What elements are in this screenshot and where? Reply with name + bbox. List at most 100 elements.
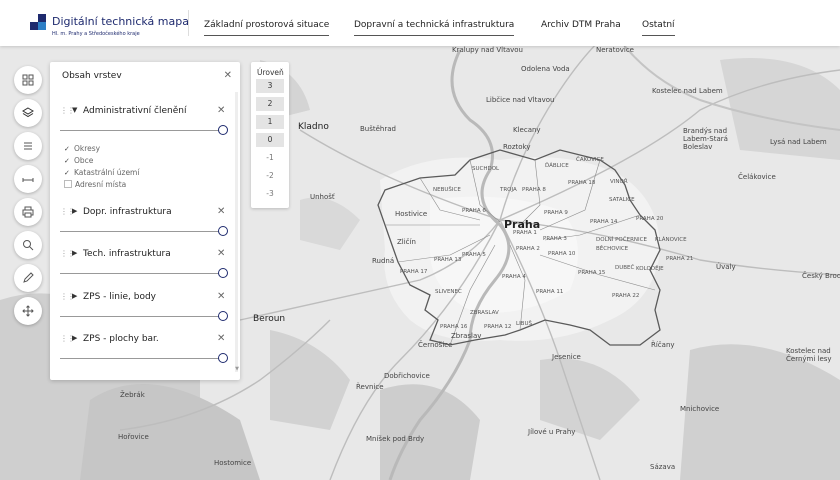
scroll-down-icon[interactable]: ▼ — [235, 366, 239, 372]
map-label-district: PRAHA 13 — [434, 257, 462, 263]
caret-down-icon[interactable]: ▼ — [72, 106, 77, 114]
layer-name: Dopr. infrastruktura — [83, 207, 172, 217]
caret-right-icon[interactable]: ▶ — [72, 334, 77, 342]
map-label-district: SLIVENEC — [435, 289, 462, 295]
move-icon[interactable] — [14, 297, 42, 325]
map-label-district: PRAHA 16 — [440, 324, 468, 330]
map-label-district: PRAHA 3 — [543, 236, 567, 242]
map-label-town: Libčice nad Vltavou — [486, 96, 555, 104]
tab-zakladni-prostorova-situace[interactable]: Základní prostorová situace — [204, 20, 330, 36]
map-label-district: PRAHA 11 — [536, 289, 564, 295]
map-label-district: PRAHA 9 — [544, 210, 568, 216]
level-button-minus-1[interactable]: -1 — [256, 151, 284, 165]
level-button-3[interactable]: 3 — [256, 79, 284, 93]
map-label-town: Lysá nad Labem — [770, 138, 827, 146]
map-label-district: TROJA — [500, 187, 517, 193]
sublayer-adresni-mista[interactable]: Adresní místa — [64, 180, 126, 189]
level-button-2[interactable]: 2 — [256, 97, 284, 111]
close-icon[interactable]: ✕ — [224, 70, 232, 81]
tab-ostatni[interactable]: Ostatní — [642, 20, 675, 36]
slider-knob[interactable] — [218, 311, 228, 321]
map-label-district: LIBUŠ — [516, 321, 532, 327]
search-location-icon[interactable] — [14, 231, 42, 259]
level-button-0[interactable]: 0 — [256, 133, 284, 147]
map-label-town: Buštěhrad — [360, 125, 396, 133]
panel-scrollbar[interactable] — [235, 92, 238, 372]
map-label-district: PRAHA 12 — [484, 324, 512, 330]
map-label-town: Kostelec nad Labem — [652, 87, 723, 95]
map-label-district: PRAHA 2 — [516, 246, 540, 252]
map-label-town: Kladno — [298, 122, 329, 132]
slider-knob[interactable] — [218, 125, 228, 135]
map-label-town: Žebrák — [120, 391, 145, 399]
map-label-town: Klecany — [513, 126, 541, 134]
tab-dopravni-a-technicka-infrastruktura[interactable]: Dopravní a technická infrastruktura — [354, 20, 515, 36]
map-label-town: Český Brod — [802, 272, 840, 280]
remove-layer-icon[interactable]: ✕ — [217, 206, 225, 217]
layers-icon[interactable] — [14, 99, 42, 127]
map-label-district: PRAHA 18 — [568, 180, 596, 186]
remove-layer-icon[interactable]: ✕ — [217, 105, 225, 116]
print-icon[interactable] — [14, 198, 42, 226]
remove-layer-icon[interactable]: ✕ — [217, 248, 225, 259]
opacity-slider[interactable] — [60, 130, 222, 131]
map-label-town: Roztoky — [503, 143, 531, 151]
grid-icon[interactable] — [14, 66, 42, 94]
caret-right-icon[interactable]: ▶ — [72, 207, 77, 215]
list-icon[interactable] — [14, 132, 42, 160]
slider-knob[interactable] — [218, 268, 228, 278]
sublayer-obce[interactable]: ✓ Obce — [64, 156, 93, 165]
caret-right-icon[interactable]: ▶ — [72, 292, 77, 300]
map-label-town: Mníšek pod Brdy — [366, 435, 425, 443]
map-label-town: Jesenice — [552, 353, 581, 361]
panel-title: Obsah vrstev — [62, 71, 122, 81]
layer-name: ZPS - linie, body — [83, 292, 156, 302]
sublayer-label: Okresy — [74, 144, 101, 153]
app-logo-icon[interactable] — [30, 14, 46, 30]
checkmark-icon: ✓ — [64, 169, 70, 177]
checkmark-icon: ✓ — [64, 145, 70, 153]
level-selector-title: Úroveň — [257, 68, 284, 77]
opacity-slider[interactable] — [60, 358, 222, 359]
layer-name: Tech. infrastruktura — [83, 249, 171, 259]
measure-icon[interactable] — [14, 165, 42, 193]
map-label-district: PRAHA 14 — [590, 219, 618, 225]
map-label-district: PRAHA 15 — [578, 270, 606, 276]
map-label-district: NEBUŠICE — [433, 187, 461, 193]
level-button-minus-3[interactable]: -3 — [256, 187, 284, 201]
map-label-town: Zličín — [397, 238, 416, 246]
opacity-slider[interactable] — [60, 231, 222, 232]
tab-archiv-dtm-praha[interactable]: Archiv DTM Praha — [541, 20, 621, 35]
slider-knob[interactable] — [218, 353, 228, 363]
sublayer-label: Katastrální území — [74, 168, 140, 177]
opacity-slider[interactable] — [60, 316, 222, 317]
sublayer-katastralni-uzemi[interactable]: ✓ Katastrální území — [64, 168, 139, 177]
map-label-district: ĎÁBLICE — [545, 163, 569, 169]
level-button-minus-2[interactable]: -2 — [256, 169, 284, 183]
sublayer-label: Adresní místa — [75, 180, 127, 189]
map-label-district: PRAHA 4 — [502, 274, 526, 280]
opacity-slider[interactable] — [60, 273, 222, 274]
map-label-town: Kralupy nad Vltavou — [452, 46, 523, 54]
sublayer-okresy[interactable]: ✓ Okresy — [64, 144, 100, 153]
remove-layer-icon[interactable]: ✕ — [217, 333, 225, 344]
app-subtitle: Hl. m. Prahy a Středočeského kraje — [52, 31, 140, 37]
map-label-town: Řevnice — [356, 383, 384, 391]
map-label-district: PRAHA 1 — [513, 230, 537, 236]
map-label-town: Hořovice — [118, 433, 149, 441]
slider-knob[interactable] — [218, 226, 228, 236]
map-label-district: DOLNÍ POČERNICE — [596, 237, 647, 243]
layer-name: ZPS - plochy bar. — [83, 334, 159, 344]
level-button-1[interactable]: 1 — [256, 115, 284, 129]
pencil-icon[interactable] — [14, 264, 42, 292]
map-label-town: Odolena Voda — [521, 65, 570, 73]
map-label-town: Rudná — [372, 257, 395, 265]
map-label-town: Říčany — [651, 341, 675, 349]
layer-name: Administrativní členění — [83, 106, 187, 116]
map-label-town: Kostelec nad Černými lesy — [786, 347, 832, 363]
caret-right-icon[interactable]: ▶ — [72, 249, 77, 257]
remove-layer-icon[interactable]: ✕ — [217, 291, 225, 302]
map-label-district: PRAHA 17 — [400, 269, 428, 275]
level-selector: Úroveň 3 2 1 0 -1 -2 -3 — [251, 62, 289, 208]
nav-divider — [188, 10, 189, 36]
